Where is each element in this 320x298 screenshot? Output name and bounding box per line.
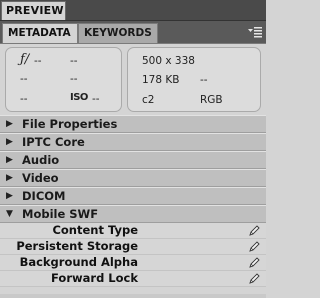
image-dimensions: 500 x 338 [142,55,195,67]
iso-value: -- [92,93,100,105]
camera-row2-right: -- [70,73,78,85]
category-label: Video [22,171,59,185]
expand-triangle-icon[interactable]: ▶ [6,116,13,133]
pencil-edit-icon[interactable] [249,273,260,284]
tab-metadata[interactable]: METADATA [2,23,78,43]
field-label: Background Alpha [19,255,138,269]
category-label: Audio [22,153,60,167]
collapse-triangle-icon[interactable]: ▼ [6,206,13,223]
category-label: IPTC Core [22,135,85,149]
color-mode: RGB [200,94,223,106]
expand-triangle-icon[interactable]: ▶ [6,170,13,187]
file-row2-right: -- [200,74,208,86]
preview-panel-bar: PREVIEW [0,0,266,21]
category-audio[interactable]: ▶ Audio [0,151,266,169]
field-row-content-type: Content Type [0,223,266,239]
aperture-icon: ƒ/ [20,52,30,67]
pencil-edit-icon[interactable] [249,241,260,252]
panel-menu-icon[interactable] [248,26,262,38]
file-summary-area: ƒ/ -- -- -- -- -- ISO -- 500 x 338 178 K… [0,44,266,114]
shutter-value: -- [70,55,78,67]
iso-icon: ISO [70,92,88,103]
category-mobile-swf[interactable]: ▼ Mobile SWF [0,205,266,223]
panel-bottom-edge [0,294,266,298]
pencil-edit-icon[interactable] [249,257,260,268]
field-row-forward-lock: Forward Lock [0,271,266,287]
file-size: 178 KB [142,74,180,86]
fstop-value: -- [34,55,42,67]
category-label: DICOM [22,189,66,203]
field-row-background-alpha: Background Alpha [0,255,266,271]
file-data-box: 500 x 338 178 KB -- c2 RGB [127,47,261,112]
category-label: Mobile SWF [22,207,99,221]
tab-keywords[interactable]: KEYWORDS [78,23,158,43]
pencil-edit-icon[interactable] [249,225,260,236]
field-label: Content Type [52,223,138,237]
metadata-tab-bar: METADATA KEYWORDS [0,21,266,44]
category-dicom[interactable]: ▶ DICOM [0,187,266,205]
metadata-category-list: ▶ File Properties ▶ IPTC Core ▶ Audio ▶ … [0,115,266,287]
expand-triangle-icon[interactable]: ▶ [6,188,13,205]
tab-preview[interactable]: PREVIEW [1,1,66,20]
camera-row3-left: -- [20,93,28,105]
metadata-panel: PREVIEW METADATA KEYWORDS ƒ/ -- -- -- --… [0,0,266,298]
color-profile: c2 [142,94,155,106]
category-label: File Properties [22,117,118,131]
field-label: Forward Lock [51,271,138,285]
camera-data-box: ƒ/ -- -- -- -- -- ISO -- [5,47,122,112]
expand-triangle-icon[interactable]: ▶ [6,134,13,151]
field-row-persistent-storage: Persistent Storage [0,239,266,255]
category-video[interactable]: ▶ Video [0,169,266,187]
expand-triangle-icon[interactable]: ▶ [6,152,13,169]
field-label: Persistent Storage [16,239,138,253]
category-file-properties[interactable]: ▶ File Properties [0,115,266,133]
camera-row2-left: -- [20,73,28,85]
category-iptc-core[interactable]: ▶ IPTC Core [0,133,266,151]
